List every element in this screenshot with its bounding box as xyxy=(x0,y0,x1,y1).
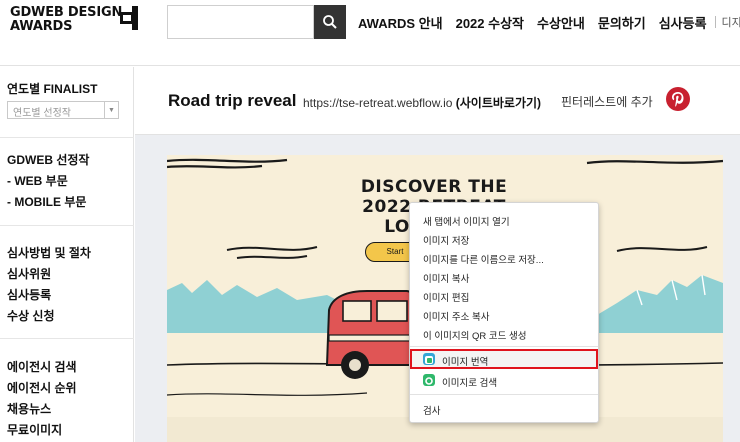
ctx-search-image[interactable]: 이미지로 검색 xyxy=(442,375,497,389)
image-context-menu: 새 탭에서 이미지 열기 이미지 저장 이미지를 다른 이름으로 저장... 이… xyxy=(409,202,599,423)
year-select-value: 연도별 선정작 xyxy=(13,108,71,119)
logo-mark-icon xyxy=(120,6,138,30)
sidebar-item-agency-rank[interactable]: 에이전시 순위 xyxy=(7,379,77,396)
sidebar-divider xyxy=(0,137,134,138)
project-title: Road trip reveal xyxy=(168,91,297,110)
nav-divider xyxy=(714,16,716,28)
sidebar-item-review-method[interactable]: 심사방법 및 절차 xyxy=(7,244,91,261)
ctx-save-image[interactable]: 이미지 저장 xyxy=(423,233,469,247)
poster-headline-line1: DISCOVER THE xyxy=(360,177,508,197)
pinterest-icon[interactable] xyxy=(666,87,690,111)
search-input[interactable] xyxy=(167,5,314,39)
gdweb-logo[interactable]: GDWEB DESIGN AWARDS xyxy=(10,6,140,46)
sidebar: 연도별 FINALIST 연도별 선정작 ▼ GDWEB 선정작 - WEB 부… xyxy=(0,67,134,442)
nav-award-guide[interactable]: 수상안내 xyxy=(537,13,585,32)
nav-digital-agency[interactable]: 디지털에이 xyxy=(722,14,740,32)
sidebar-item-mobile[interactable]: - MOBILE 부문 xyxy=(7,193,86,210)
chevron-down-icon: ▼ xyxy=(104,102,118,118)
site-link-label[interactable]: (사이트바로가기) xyxy=(456,96,541,110)
nav-review-register[interactable]: 심사등록 xyxy=(659,13,707,32)
top-nav: AWARDS 안내 2022 수상작 수상안내 문의하기 심사등록 디지털에이 xyxy=(358,13,740,32)
sidebar-item-judges[interactable]: 심사위원 xyxy=(7,265,51,282)
ctx-copy-image[interactable]: 이미지 복사 xyxy=(423,271,469,285)
nav-awards-info[interactable]: AWARDS 안내 xyxy=(358,13,443,32)
sidebar-item-web[interactable]: - WEB 부문 xyxy=(7,172,68,189)
sidebar-divider xyxy=(0,338,134,339)
ctx-translate-image[interactable]: 이미지 번역 xyxy=(442,354,488,368)
ctx-translate-highlight xyxy=(410,349,598,369)
sidebar-item-agency-search[interactable]: 에이전시 검색 xyxy=(7,358,77,375)
ctx-open-image-new-tab[interactable]: 새 탭에서 이미지 열기 xyxy=(423,214,510,228)
ctx-save-image-as[interactable]: 이미지를 다른 이름으로 저장... xyxy=(423,252,544,266)
translate-icon xyxy=(423,353,435,365)
site-header: GDWEB DESIGN AWARDS AWARDS 안내 2022 수상작 수… xyxy=(0,0,740,66)
pinterest-p-icon xyxy=(672,92,684,107)
sidebar-divider xyxy=(0,225,134,226)
project-url-text: https://tse-retreat.webflow.io xyxy=(303,96,453,110)
search-button[interactable] xyxy=(314,5,346,39)
project-url[interactable]: https://tse-retreat.webflow.io (사이트바로가기) xyxy=(303,94,541,111)
ctx-inspect[interactable]: 검사 xyxy=(423,403,440,417)
ctx-edit-image[interactable]: 이미지 편집 xyxy=(423,290,469,304)
sidebar-item-free-images[interactable]: 무료이미지 xyxy=(7,421,62,438)
year-select[interactable]: 연도별 선정작 ▼ xyxy=(7,101,119,119)
project-title-bar: Road trip reveal https://tse-retreat.web… xyxy=(135,67,740,135)
nav-contact[interactable]: 문의하기 xyxy=(598,13,646,32)
search-icon xyxy=(323,15,337,29)
sidebar-item-gdweb-selected[interactable]: GDWEB 선정작 xyxy=(7,151,89,168)
nav-2022-winners[interactable]: 2022 수상작 xyxy=(456,13,524,32)
finalist-title: 연도별 FINALIST xyxy=(7,82,98,96)
sidebar-item-register[interactable]: 심사등록 xyxy=(7,286,51,303)
ctx-create-qr[interactable]: 이 이미지의 QR 코드 생성 xyxy=(423,328,526,342)
sidebar-item-jobs[interactable]: 채용뉴스 xyxy=(7,400,51,417)
sidebar-item-apply[interactable]: 수상 신청 xyxy=(7,307,55,324)
pinterest-label[interactable]: 핀터레스트에 추가 xyxy=(561,93,653,110)
lens-search-icon xyxy=(423,374,435,386)
ctx-separator xyxy=(410,394,598,395)
ctx-separator xyxy=(410,346,598,347)
ctx-copy-image-address[interactable]: 이미지 주소 복사 xyxy=(423,309,489,323)
